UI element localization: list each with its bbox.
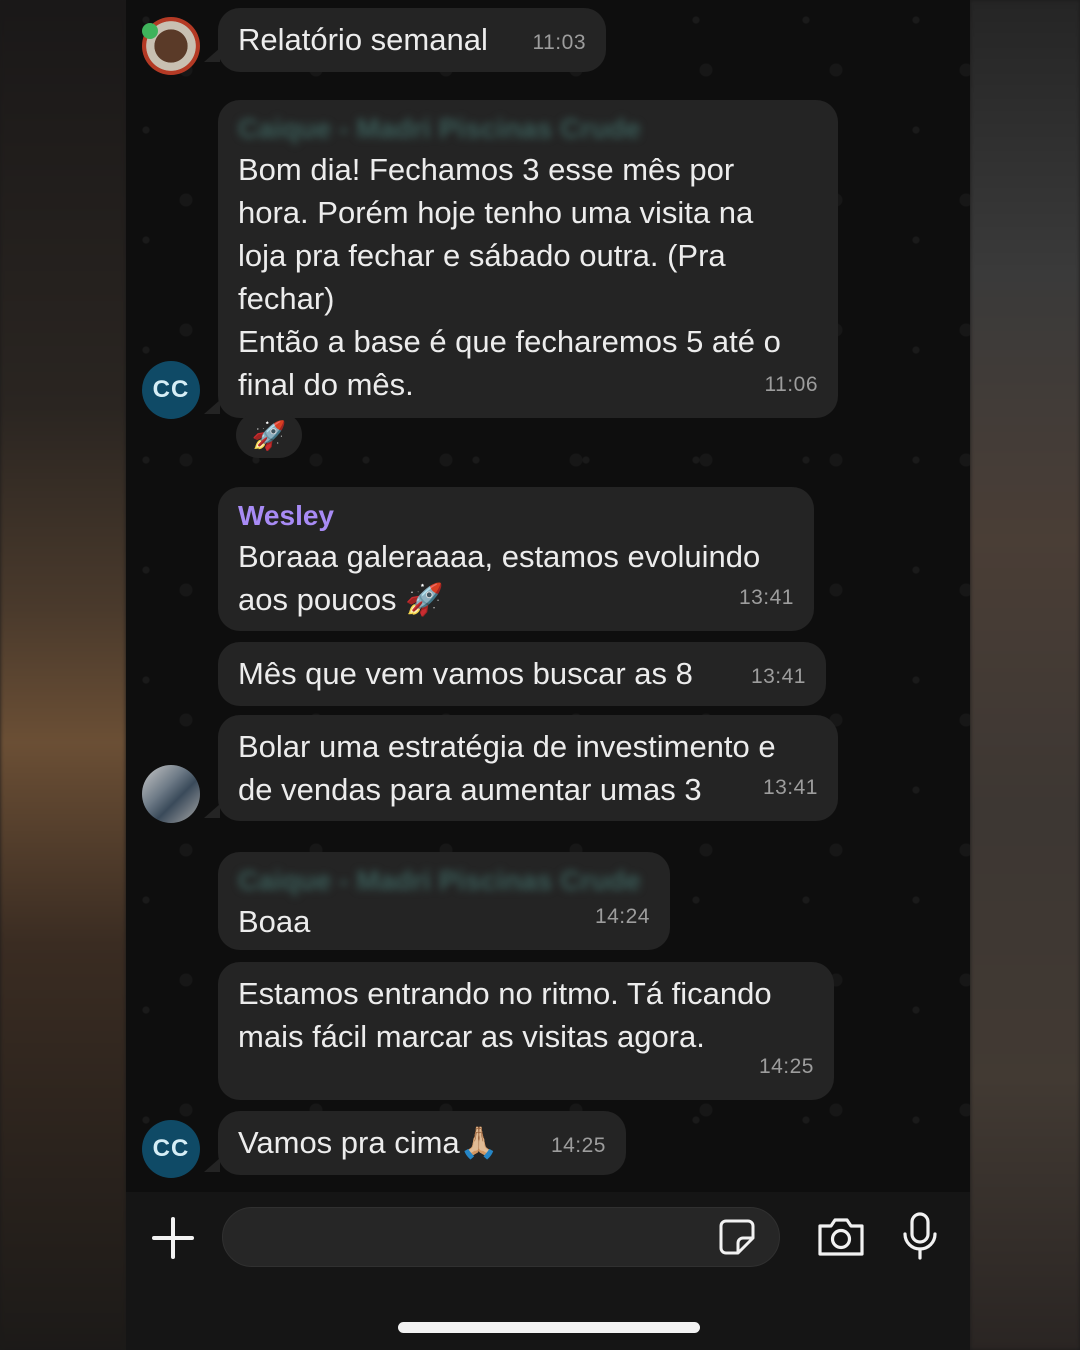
sender-name[interactable]: Wesley xyxy=(238,497,794,535)
message-text: Bolar uma estratégia de investimento e d… xyxy=(238,729,776,807)
rocket-icon: 🚀 xyxy=(251,419,287,451)
background-left xyxy=(0,0,126,1350)
avatar-cc[interactable]: CC xyxy=(142,361,200,419)
message-text: Estamos entrando no ritmo. Tá ficando ma… xyxy=(238,976,772,1054)
microphone-icon[interactable] xyxy=(901,1212,939,1260)
message-time: 11:06 xyxy=(764,373,818,396)
bubble-tail xyxy=(204,400,220,414)
message-text: Boaa xyxy=(238,904,311,939)
message-time: 13:41 xyxy=(750,665,806,688)
message-bubble[interactable]: Relatório semanal 11:03 xyxy=(218,8,606,72)
plus-icon[interactable] xyxy=(152,1217,194,1259)
message-time: 13:41 xyxy=(762,776,818,799)
bubble-tail xyxy=(204,804,220,818)
message-bubble[interactable]: Caique - Madri Piscinas Crude Boaa 14:24 xyxy=(218,852,670,950)
avatar-sender-1[interactable] xyxy=(142,17,200,75)
message-time: 14:25 xyxy=(758,1055,814,1078)
verified-icon xyxy=(142,23,158,39)
message-bubble[interactable]: Bolar uma estratégia de investimento e d… xyxy=(218,715,838,821)
avatar-cc[interactable]: CC xyxy=(142,1120,200,1178)
message-bubble[interactable]: Vamos pra cima🙏🏼 14:25 xyxy=(218,1111,626,1175)
sticker-icon[interactable] xyxy=(718,1218,756,1256)
message-time: 14:24 xyxy=(594,905,650,928)
chat-screen: Relatório semanal 11:03 CC Caique - Madr… xyxy=(126,0,970,1350)
message-bubble[interactable]: Mês que vem vamos buscar as 8 13:41 xyxy=(218,642,826,706)
message-text: Mês que vem vamos buscar as 8 xyxy=(238,656,693,691)
message-bubble[interactable]: Wesley Boraaa galeraaaa, estamos evoluin… xyxy=(218,487,814,631)
sender-name[interactable]: Caique - Madri Piscinas Crude xyxy=(238,110,818,148)
bubble-tail xyxy=(204,1158,220,1172)
message-time: 14:25 xyxy=(550,1134,606,1157)
sender-name[interactable]: Caique - Madri Piscinas Crude xyxy=(238,862,650,900)
background-right xyxy=(970,0,1080,1350)
camera-icon[interactable] xyxy=(816,1216,866,1258)
message-time: 13:41 xyxy=(738,586,794,609)
message-input[interactable] xyxy=(222,1207,780,1267)
message-bubble[interactable]: Estamos entrando no ritmo. Tá ficando ma… xyxy=(218,962,834,1100)
message-text: Boraaa galeraaaa, estamos evoluindo aos … xyxy=(238,539,761,617)
avatar-initials: CC xyxy=(152,1135,190,1162)
message-text: Bom dia! Fechamos 3 esse mês por hora. P… xyxy=(238,152,781,402)
home-indicator[interactable] xyxy=(398,1322,700,1333)
reaction-badge[interactable]: 🚀 xyxy=(236,412,302,458)
avatar-sender-2[interactable] xyxy=(142,765,200,823)
message-time: 11:03 xyxy=(532,31,586,54)
message-bubble[interactable]: Caique - Madri Piscinas Crude Bom dia! F… xyxy=(218,100,838,418)
avatar-initials: CC xyxy=(152,376,190,403)
